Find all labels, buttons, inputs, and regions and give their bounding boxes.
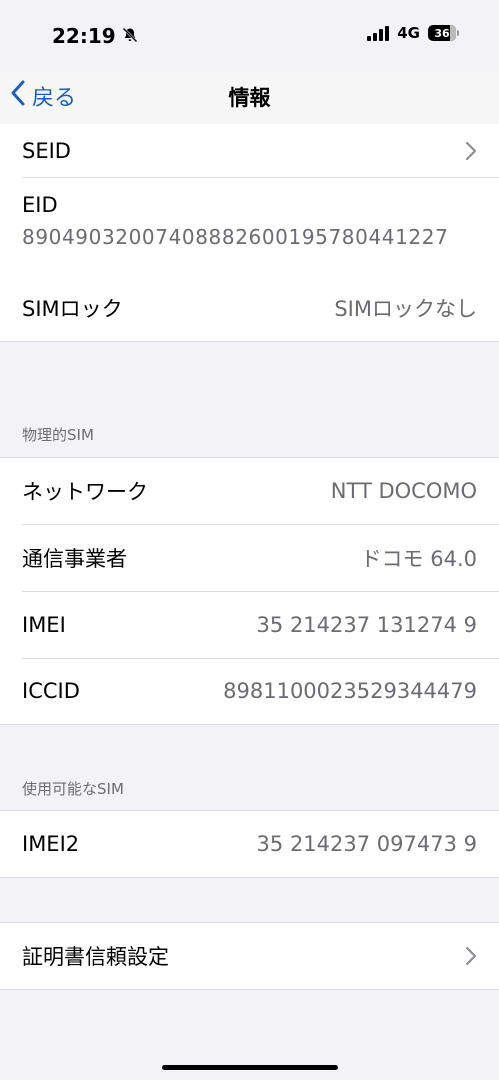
- imei2-value: 35 214237 097473 9: [256, 832, 477, 856]
- network-value: NTT DOCOMO: [330, 479, 477, 503]
- carrier-label: 通信事業者: [22, 546, 127, 571]
- certificate-trust-label: 証明書信頼設定: [22, 945, 169, 969]
- eid-label: EID: [22, 193, 58, 217]
- physical-sim-group: ネットワーク NTT DOCOMO 通信事業者 ドコモ 64.0 IMEI 35…: [0, 457, 499, 725]
- bell-slash-icon: [122, 24, 138, 48]
- battery-level: 36: [434, 26, 450, 40]
- iccid-row: ICCID 8981100023529344479: [0, 658, 499, 724]
- trust-settings-group: 証明書信頼設定: [0, 922, 499, 990]
- imei2-row: IMEI2 35 214237 097473 9: [0, 811, 499, 877]
- simlock-row: SIMロック SIMロックなし: [0, 274, 499, 341]
- status-indicators: 4G 36: [367, 24, 459, 42]
- certificate-trust-row[interactable]: 証明書信頼設定: [0, 923, 499, 989]
- clock-text: 22:19: [52, 24, 116, 48]
- status-time: 22:19: [52, 24, 138, 48]
- imei2-label: IMEI2: [22, 832, 80, 856]
- imei-row: IMEI 35 214237 131274 9: [0, 591, 499, 658]
- iccid-value: 8981100023529344479: [223, 679, 477, 703]
- available-sim-group: IMEI2 35 214237 097473 9: [0, 810, 499, 878]
- eid-value: 89049032007408882600195780441227: [22, 225, 449, 249]
- carrier-value: ドコモ 64.0: [360, 546, 477, 571]
- simlock-label: SIMロック: [22, 296, 123, 321]
- iccid-label: ICCID: [22, 679, 80, 703]
- eid-row: EID 89049032007408882600195780441227: [0, 177, 499, 274]
- network-label: ネットワーク: [22, 480, 148, 504]
- cellular-signal-icon: [367, 25, 390, 41]
- available-sim-header: 使用可能なSIM: [22, 780, 124, 798]
- navigation-bar: 戻る 情報: [0, 72, 499, 124]
- network-type: 4G: [397, 24, 420, 42]
- physical-sim-header: 物理的SIM: [22, 426, 94, 444]
- carrier-row: 通信事業者 ドコモ 64.0: [0, 524, 499, 591]
- status-bar: 22:19 4G 36: [0, 0, 499, 72]
- home-indicator[interactable]: [161, 1065, 338, 1070]
- chevron-right-icon: [465, 141, 477, 161]
- network-row: ネットワーク NTT DOCOMO: [0, 458, 499, 524]
- page-title: 情報: [228, 86, 271, 110]
- seid-label: SEID: [22, 138, 71, 163]
- simlock-value: SIMロックなし: [334, 296, 477, 321]
- imei-label: IMEI: [22, 612, 66, 637]
- battery-icon: 36: [428, 25, 459, 41]
- imei-value: 35 214237 131274 9: [256, 612, 477, 637]
- seid-row[interactable]: SEID: [0, 124, 499, 177]
- chevron-right-icon: [465, 946, 477, 966]
- sim-info-group: SEID EID 8904903200740888260019578044122…: [0, 124, 499, 342]
